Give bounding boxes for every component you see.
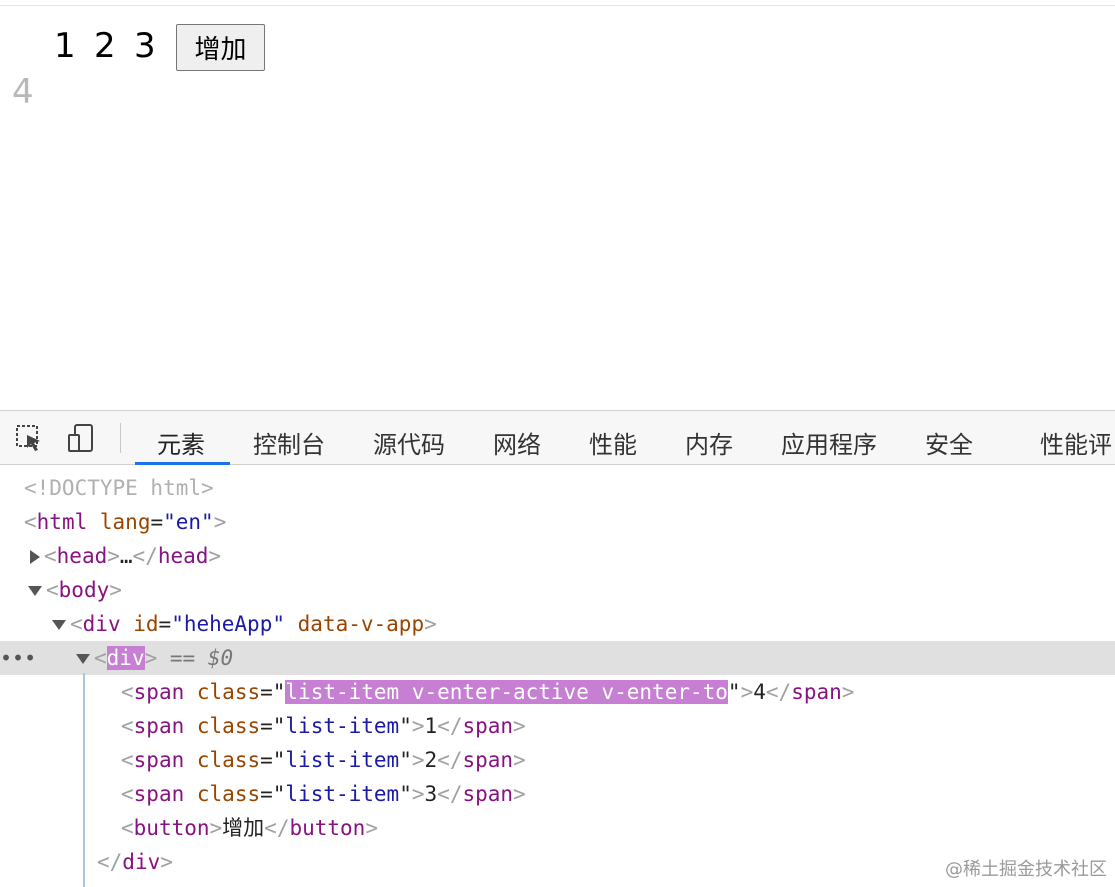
dom-node-button[interactable]: <button>增加</button>	[0, 811, 1115, 845]
collapse-arrow-icon[interactable]	[52, 620, 66, 630]
dom-node-span-1[interactable]: <span class="list-item">1</span>	[0, 709, 1115, 743]
class-attr: class	[196, 782, 261, 806]
app-div-id-attr: id	[133, 612, 159, 636]
collapse-arrow-icon[interactable]	[28, 586, 42, 596]
head-close-tag: head	[157, 544, 209, 568]
button-text: 增加	[222, 816, 265, 840]
watermark: @稀土掘金技术社区	[945, 859, 1107, 880]
head-ellipsis[interactable]: …	[120, 544, 133, 568]
selected-div-tag: div	[106, 646, 145, 670]
tab-performance[interactable]: 性能	[589, 425, 637, 460]
dom-node-span-2[interactable]: <span class="list-item">2</span>	[0, 743, 1115, 777]
span-tag: span	[133, 782, 185, 806]
span-text: 1	[424, 714, 438, 738]
dom-node-doctype[interactable]: <!DOCTYPE html>	[0, 471, 1115, 505]
class-value: list-item	[285, 748, 400, 772]
entering-class-value: list-item v-enter-active v-enter-to	[285, 680, 728, 704]
class-attr: class	[196, 748, 261, 772]
app-div-tag: div	[82, 612, 121, 636]
class-value: list-item	[285, 782, 400, 806]
span-text: 2	[424, 748, 438, 772]
html-tag: html	[36, 510, 88, 534]
dom-node-html[interactable]: <html lang="en">	[0, 505, 1115, 539]
doctype-text: <!DOCTYPE html>	[24, 476, 214, 500]
tab-sources[interactable]: 源代码	[373, 425, 445, 460]
span-tag: span	[133, 714, 185, 738]
html-lang-attr: lang	[99, 510, 151, 534]
devtools-toolbar: 元素 控制台 源代码 网络 性能 内存 应用程序 安全 性能评	[0, 411, 1115, 465]
button-tag: button	[133, 816, 210, 840]
more-actions-icon[interactable]: •••	[0, 641, 36, 675]
dom-node-app-div[interactable]: <div id="heheApp" data-v-app>	[0, 607, 1115, 641]
dom-tree: <!DOCTYPE html> <html lang="en"> <head>……	[0, 465, 1115, 887]
tab-security[interactable]: 安全	[925, 425, 973, 460]
expand-arrow-icon[interactable]	[30, 550, 40, 564]
class-attr: class	[196, 714, 261, 738]
dom-node-head[interactable]: <head>…</head>	[0, 539, 1115, 573]
span-close-tag: span	[462, 748, 514, 772]
span-close-tag: span	[462, 714, 514, 738]
rendered-page: 1 2 3 增加 4	[0, 0, 1115, 410]
button-close-tag: button	[289, 816, 366, 840]
tree-indent-guide	[83, 673, 85, 887]
list-item-1: 1	[54, 26, 76, 66]
list-item-2: 2	[94, 26, 116, 66]
devtools-panel: 元素 控制台 源代码 网络 性能 内存 应用程序 安全 性能评 <!DOCTYP…	[0, 410, 1115, 887]
body-tag: body	[58, 578, 110, 602]
html-lang-value: "en"	[163, 510, 214, 534]
device-toggle-icon[interactable]	[66, 423, 96, 453]
span-close-tag: span	[462, 782, 514, 806]
dom-node-selected-div[interactable]: ••• <div> == $0	[0, 641, 1115, 675]
tab-application[interactable]: 应用程序	[781, 425, 877, 460]
add-button[interactable]: 增加	[176, 24, 265, 71]
close-div-tag: div	[122, 850, 161, 874]
span-close-tag: span	[791, 680, 842, 704]
entering-list-item: 4	[12, 72, 34, 112]
head-tag: head	[56, 544, 108, 568]
class-value: list-item	[285, 714, 400, 738]
span-text: 3	[424, 782, 438, 806]
inspect-element-icon[interactable]	[14, 423, 44, 453]
list-item-3: 3	[134, 26, 156, 66]
span-tag: span	[133, 748, 185, 772]
tab-lighthouse[interactable]: 性能评	[1040, 425, 1112, 460]
tab-console[interactable]: 控制台	[253, 425, 325, 460]
span-tag: span	[133, 680, 185, 704]
tab-network[interactable]: 网络	[493, 425, 541, 460]
span-text: 4	[753, 680, 766, 704]
tab-elements[interactable]: 元素	[157, 425, 205, 460]
dom-node-span-entering[interactable]: <span class="list-item v-enter-active v-…	[0, 675, 1115, 709]
class-attr: class	[196, 680, 261, 704]
dom-node-span-3[interactable]: <span class="list-item">3</span>	[0, 777, 1115, 811]
tab-memory[interactable]: 内存	[685, 425, 733, 460]
app-div-data-attr: data-v-app	[297, 612, 425, 636]
app-div-id-value: "heheApp"	[171, 612, 285, 636]
dom-node-body[interactable]: <body>	[0, 573, 1115, 607]
selected-marker: == $0	[169, 646, 234, 670]
toolbar-separator	[120, 423, 121, 453]
collapse-arrow-icon[interactable]	[76, 654, 90, 664]
